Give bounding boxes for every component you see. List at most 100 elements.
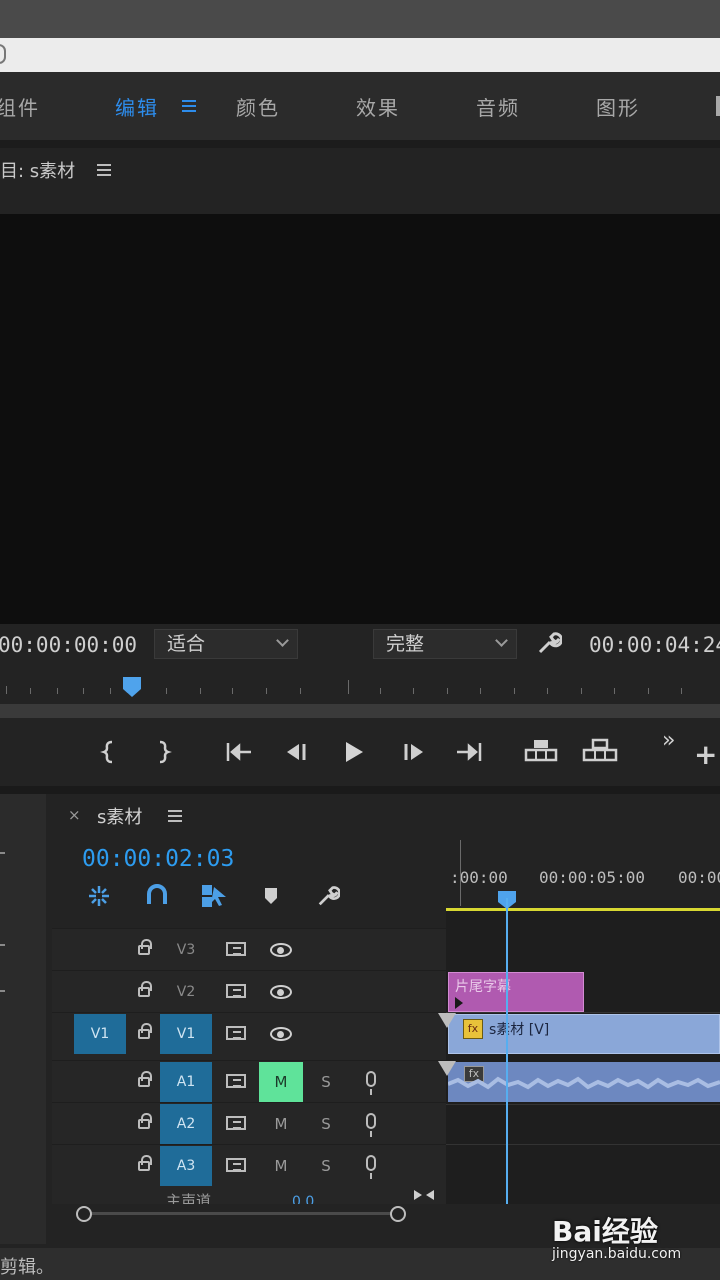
solo-button-a1[interactable]: S [304, 1062, 348, 1102]
add-marker-icon[interactable] [263, 886, 279, 906]
ruler-tick [581, 688, 582, 694]
fit-dropdown[interactable]: 适合 [154, 629, 298, 659]
quality-dropdown[interactable]: 完整 [373, 629, 517, 659]
eye-icon[interactable] [270, 943, 292, 957]
panel-divider [0, 786, 720, 794]
timeline-ruler[interactable]: :00:00 00:00:05:00 00:00 [446, 834, 720, 911]
add-button[interactable]: + [694, 738, 717, 771]
solo-button-a3[interactable]: S [304, 1146, 348, 1186]
mute-button-a2[interactable]: M [259, 1104, 303, 1144]
microphone-icon[interactable] [366, 1113, 376, 1137]
sync-lock-icon[interactable] [226, 984, 246, 998]
monitor-time-ruler[interactable] [0, 668, 720, 702]
program-monitor-viewport[interactable] [0, 214, 720, 624]
sync-lock-icon[interactable] [226, 1158, 246, 1172]
microphone-icon[interactable] [366, 1155, 376, 1179]
work-area-bar[interactable] [446, 908, 720, 911]
track-label-v3[interactable]: V3 [160, 930, 212, 970]
track-target-marker [438, 1061, 456, 1076]
ruler-tick [266, 688, 267, 694]
ruler-tick [480, 688, 481, 694]
duration-timecode: 00:00:04:24 [589, 633, 720, 657]
mark-out-icon[interactable] [154, 740, 172, 764]
sequence-tab-close[interactable]: × [68, 806, 81, 824]
master-volume-value[interactable]: 0.0 [292, 1194, 314, 1204]
program-monitor-title[interactable]: 目: s素材 [0, 157, 75, 183]
lock-icon[interactable] [138, 1113, 152, 1129]
lock-icon[interactable] [138, 1023, 152, 1039]
nest-sequence-icon[interactable] [86, 884, 112, 908]
tab-graphics[interactable]: 图形 [596, 92, 640, 121]
eye-icon[interactable] [270, 1027, 292, 1041]
panel-divider [0, 140, 720, 148]
sync-lock-icon[interactable] [226, 1026, 246, 1040]
tab-overflow-edge [716, 96, 720, 116]
ruler-tick [348, 680, 349, 694]
tab-assembly[interactable]: 组件 [0, 92, 40, 121]
track-label-a3[interactable]: A3 [160, 1146, 212, 1186]
tab-effects[interactable]: 效果 [356, 92, 400, 121]
track-label-a2[interactable]: A2 [160, 1104, 212, 1144]
tab-editing[interactable]: 编辑 [115, 92, 159, 121]
scroll-handle-right[interactable] [390, 1206, 406, 1222]
title-bar [0, 38, 720, 72]
ruler-tick [57, 688, 58, 694]
button-editor-overflow[interactable]: » [662, 728, 675, 753]
linked-selection-icon[interactable] [200, 883, 228, 909]
ruler-tick [614, 688, 615, 694]
clip-title-credits[interactable]: 片尾字幕 [448, 972, 584, 1012]
fx-badge: fx [463, 1019, 483, 1039]
monitor-playhead-marker[interactable] [122, 676, 142, 698]
sequence-timecode[interactable]: 00:00:02:03 [82, 846, 234, 872]
lock-icon[interactable] [138, 1071, 152, 1087]
lift-icon[interactable] [524, 738, 558, 764]
play-icon[interactable] [342, 739, 366, 765]
step-forward-icon[interactable] [401, 740, 427, 764]
watermark-url: jingyan.baidu.com [552, 1246, 682, 1262]
mark-in-icon[interactable] [100, 740, 118, 764]
lock-icon[interactable] [138, 1155, 152, 1171]
monitor-zoom-scrollbar[interactable] [0, 704, 720, 718]
go-to-out-icon[interactable] [455, 740, 483, 764]
track-label-v1[interactable]: V1 [160, 1014, 212, 1054]
source-patch-v1[interactable]: V1 [74, 1014, 126, 1054]
track-row-a1: A1 M S [52, 1060, 446, 1102]
eye-icon[interactable] [270, 985, 292, 999]
project-panel-edge [0, 794, 46, 1244]
clip-video-s-material[interactable]: fx s素材 [V] [448, 1014, 720, 1054]
track-label-a1[interactable]: A1 [160, 1062, 212, 1102]
sync-lock-icon[interactable] [226, 1116, 246, 1130]
clip-audio-a1[interactable]: fx [448, 1062, 720, 1102]
microphone-icon[interactable] [366, 1071, 376, 1095]
workspace-menu-icon[interactable] [182, 100, 196, 112]
solo-button-a2[interactable]: S [304, 1104, 348, 1144]
scroll-handle-left[interactable] [76, 1206, 92, 1222]
ruler-tick [200, 688, 201, 694]
track-label-v2[interactable]: V2 [160, 972, 212, 1012]
chevron-down-icon [276, 634, 289, 647]
sync-lock-icon[interactable] [226, 1074, 246, 1088]
tab-audio[interactable]: 音频 [476, 92, 520, 121]
chevron-down-icon [495, 634, 508, 647]
monitor-menu-icon[interactable] [97, 164, 111, 176]
ruler-tick [460, 840, 461, 906]
current-timecode[interactable]: 00:00:00:00 [0, 633, 137, 657]
tab-color[interactable]: 颜色 [236, 92, 280, 121]
ruler-tick [681, 688, 682, 694]
mute-button-a1[interactable]: M [259, 1062, 303, 1102]
sequence-tab-title[interactable]: s素材 [97, 803, 142, 829]
sequence-menu-icon[interactable] [168, 810, 182, 822]
wrench-icon[interactable] [536, 630, 562, 656]
lock-icon[interactable] [138, 939, 152, 955]
go-to-in-icon[interactable] [225, 740, 253, 764]
extract-icon[interactable] [582, 738, 618, 764]
sync-lock-icon[interactable] [226, 942, 246, 956]
timeline-playhead-line[interactable] [506, 898, 508, 1204]
timeline-settings-wrench-icon[interactable] [316, 884, 340, 908]
ruler-tick [413, 688, 414, 694]
mute-button-a3[interactable]: M [259, 1146, 303, 1186]
audio-meter-handle-icon[interactable] [412, 1188, 436, 1202]
lock-icon[interactable] [138, 981, 152, 997]
step-back-icon[interactable] [283, 740, 309, 764]
snap-icon[interactable] [146, 884, 168, 908]
